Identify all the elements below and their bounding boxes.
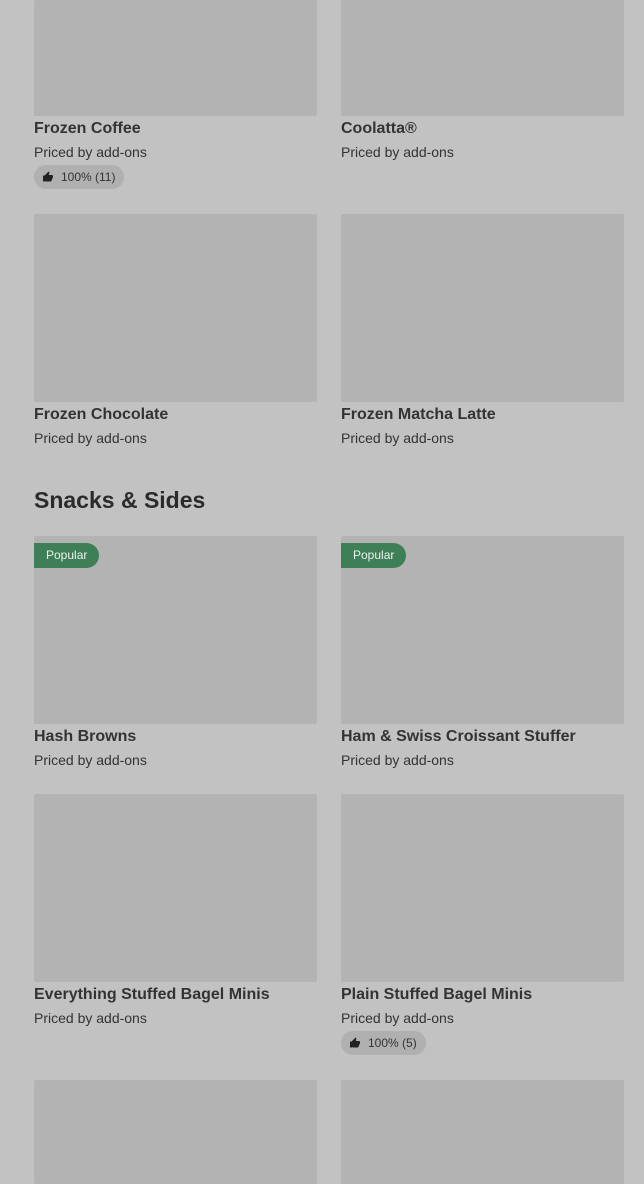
popular-badge: Popular [341, 543, 407, 568]
thumbs-up-icon [350, 1037, 360, 1048]
item-price: Priced by add-ons [341, 430, 454, 446]
rating-text: 100% (5) [368, 1036, 417, 1050]
item-name: Frozen Coffee [34, 120, 141, 137]
item-price: Priced by add-ons [341, 144, 454, 160]
item-name: Frozen Chocolate [34, 406, 169, 423]
item-name: Hash Browns [34, 728, 137, 745]
item-image [341, 794, 624, 982]
item-image [34, 794, 317, 982]
rating-pill: 100% (11) [34, 165, 125, 189]
item-name: Frozen Matcha Latte [341, 406, 496, 423]
rating-text: 100% (11) [61, 170, 116, 184]
item-price: Priced by add-ons [34, 1010, 147, 1026]
item-price: Priced by add-ons [341, 752, 454, 768]
item-name: Coolatta® [341, 120, 417, 137]
item-name: Ham & Swiss Croissant Stuffer [341, 728, 576, 745]
item-image [34, 0, 317, 116]
item-name: Plain Stuffed Bagel Minis [341, 986, 533, 1003]
item-name: Everything Stuffed Bagel Minis [34, 986, 270, 1003]
item-image [34, 214, 317, 402]
thumbs-up-icon [43, 171, 53, 182]
item-price: Priced by add-ons [34, 144, 147, 160]
item-image [34, 1080, 317, 1184]
item-image [341, 214, 624, 402]
section-title: Snacks & Sides [34, 487, 206, 513]
item-price: Priced by add-ons [341, 1010, 454, 1026]
item-image [341, 0, 624, 116]
popular-badge: Popular [34, 543, 100, 568]
rating-pill: 100% (5) [341, 1031, 426, 1055]
item-image [341, 1080, 624, 1184]
item-price: Priced by add-ons [34, 430, 147, 446]
item-price: Priced by add-ons [34, 752, 147, 768]
